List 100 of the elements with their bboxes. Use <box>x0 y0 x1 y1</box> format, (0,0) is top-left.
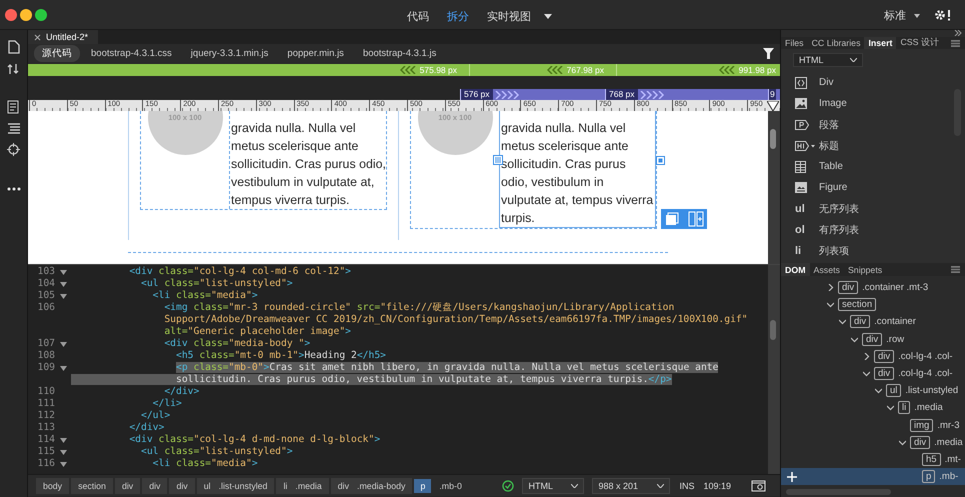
related-file-tab[interactable]: bootstrap-4.3.1.css <box>83 46 180 61</box>
fold-icon[interactable] <box>60 342 66 346</box>
related-file-tab[interactable]: bootstrap-4.3.1.js <box>354 46 444 61</box>
line-number: 112 <box>38 410 55 421</box>
list-tag-glyph: ul <box>795 202 805 214</box>
crosshair-icon[interactable] <box>7 143 20 156</box>
tag-breadcrumb[interactable]: section <box>71 478 113 494</box>
insert-item[interactable]: ul 无序列表 <box>781 198 965 219</box>
figure-icon <box>795 182 807 193</box>
more-icon[interactable] <box>6 187 20 191</box>
scrollbar-thumb[interactable] <box>786 489 891 495</box>
panel-tab[interactable]: Snippets <box>844 263 886 276</box>
insert-item[interactable]: Image <box>781 93 965 114</box>
fold-icon[interactable] <box>60 366 66 370</box>
language-dropdown[interactable]: HTML <box>522 478 584 494</box>
resize-handle-icon[interactable] <box>656 156 665 165</box>
settings-icon[interactable] <box>934 9 952 21</box>
dom-tree-row[interactable]: h5 .mt- <box>781 450 965 468</box>
breakpoint-label[interactable]: 768 px <box>606 89 638 100</box>
scrollbar-thumb[interactable] <box>770 320 776 340</box>
list-panel-icon[interactable] <box>7 100 20 114</box>
chevron-icon[interactable] <box>827 301 834 308</box>
insert-item[interactable]: Figure <box>781 177 965 198</box>
insert-item[interactable]: li 列表项 <box>781 240 965 261</box>
preview-icon[interactable] <box>751 479 766 492</box>
element-tag: h5 <box>922 452 941 466</box>
insert-item[interactable]: 段落 <box>781 114 965 135</box>
collapse-icon[interactable] <box>954 30 962 36</box>
dom-tree-row[interactable]: div .media <box>781 434 965 451</box>
dom-tree-row[interactable]: img .mr-3 <box>781 416 965 434</box>
paragraph: gravida nulla. Nulla vel metus scelerisque ante sollicitudin. Cras purus odio, vestibulum in vulputate at, tempus viverra turpis. <box>229 111 386 209</box>
dom-tree-row[interactable]: div .container .mt-3 <box>781 279 965 296</box>
dom-tree-row[interactable]: ul .list-unstyled <box>781 382 965 400</box>
chevron-icon[interactable] <box>863 352 870 360</box>
view-mode-tab[interactable]: 代码 <box>400 7 436 26</box>
sort-arrows-icon[interactable] <box>7 63 20 75</box>
maximize-button[interactable] <box>35 8 47 20</box>
line-number: 108 <box>38 350 55 361</box>
caret-icon[interactable] <box>544 14 552 19</box>
tag-breadcrumb[interactable]: ul .list-unstyled <box>196 478 274 494</box>
category-dropdown[interactable]: HTML <box>793 53 863 67</box>
related-file-tab[interactable]: popper.min.js <box>279 46 352 61</box>
related-file-tab[interactable]: 源代码 <box>34 45 80 62</box>
panel-tab[interactable]: Files <box>781 37 808 49</box>
heading-tag-icon <box>795 140 815 150</box>
insert-item[interactable]: Div <box>781 72 965 93</box>
element-tag: li <box>898 401 910 414</box>
close-button[interactable] <box>5 8 17 20</box>
chevron-icon[interactable] <box>839 318 846 326</box>
tag-breadcrumb[interactable]: body <box>36 478 70 494</box>
breakpoint-label[interactable]: 576 px <box>461 89 493 100</box>
dom-tree-row[interactable]: div .col-lg-4 .col- <box>781 348 965 365</box>
insert-item[interactable]: ol 有序列表 <box>781 219 965 240</box>
chevron-icon[interactable] <box>851 336 858 343</box>
element-tag: div <box>838 281 858 294</box>
scrollbar-thumb[interactable] <box>770 129 776 149</box>
menu-icon[interactable] <box>951 266 960 273</box>
workspace-dropdown[interactable]: 标准 <box>880 7 924 24</box>
panel-tab[interactable]: DOM <box>781 263 810 276</box>
panel-tab[interactable]: Insert <box>864 37 896 49</box>
line-number: 109 <box>38 362 55 373</box>
file-icon[interactable] <box>8 40 20 54</box>
window-size-dropdown[interactable]: 988 x 201 <box>592 478 670 494</box>
chevron-icon[interactable] <box>899 438 906 446</box>
tag-breadcrumb[interactable]: div <box>114 478 140 494</box>
outline-icon[interactable] <box>6 123 20 134</box>
dom-tree-row[interactable]: div .row <box>781 330 965 348</box>
chevron-icon[interactable] <box>863 370 870 378</box>
chevron-icon[interactable] <box>875 387 882 394</box>
minimize-button[interactable] <box>20 8 32 20</box>
insert-mode: INS <box>679 480 694 490</box>
filter-icon[interactable] <box>763 48 774 59</box>
tag-breadcrumb[interactable]: li .media <box>276 478 329 494</box>
panel-tab[interactable]: Assets <box>810 263 844 276</box>
line-number: 110 <box>38 386 55 397</box>
chevron-icon[interactable] <box>827 284 834 292</box>
dom-tree-row[interactable]: p .mb- <box>781 468 965 486</box>
panel-tab[interactable]: CC Libraries <box>808 37 864 49</box>
dom-tree-row[interactable]: div .container <box>781 313 965 331</box>
dom-tree-row[interactable]: li .media <box>781 399 965 416</box>
insert-item[interactable]: 标题 <box>781 135 965 156</box>
view-mode-tab[interactable]: 实时视图 <box>480 7 538 26</box>
chevron-icon[interactable] <box>887 404 894 412</box>
view-mode-tab[interactable]: 拆分 <box>440 7 476 26</box>
breakpoint-label[interactable]: 9 <box>769 89 776 100</box>
element-class: .media <box>914 402 943 414</box>
dom-tree-row[interactable]: section <box>781 296 965 314</box>
dom-tree-row[interactable]: div .col-lg-4 .col- <box>781 364 965 382</box>
tag-breadcrumb[interactable]: div .media-body <box>330 478 412 494</box>
panel-tab[interactable]: CSS 设计 <box>896 37 943 49</box>
close-icon[interactable] <box>34 34 41 40</box>
document-tab[interactable]: Untitled-2* <box>28 30 98 44</box>
menu-icon[interactable] <box>951 40 960 47</box>
add-icon[interactable] <box>787 472 797 482</box>
caret-icon <box>914 14 920 18</box>
insert-item[interactable]: Table <box>781 156 965 177</box>
related-file-tab[interactable]: jquery-3.3.1.min.js <box>182 46 276 61</box>
resize-handle-icon[interactable] <box>493 155 503 165</box>
tag-breadcrumb[interactable]: div <box>142 478 168 494</box>
tag-breadcrumb[interactable]: div <box>169 478 195 494</box>
